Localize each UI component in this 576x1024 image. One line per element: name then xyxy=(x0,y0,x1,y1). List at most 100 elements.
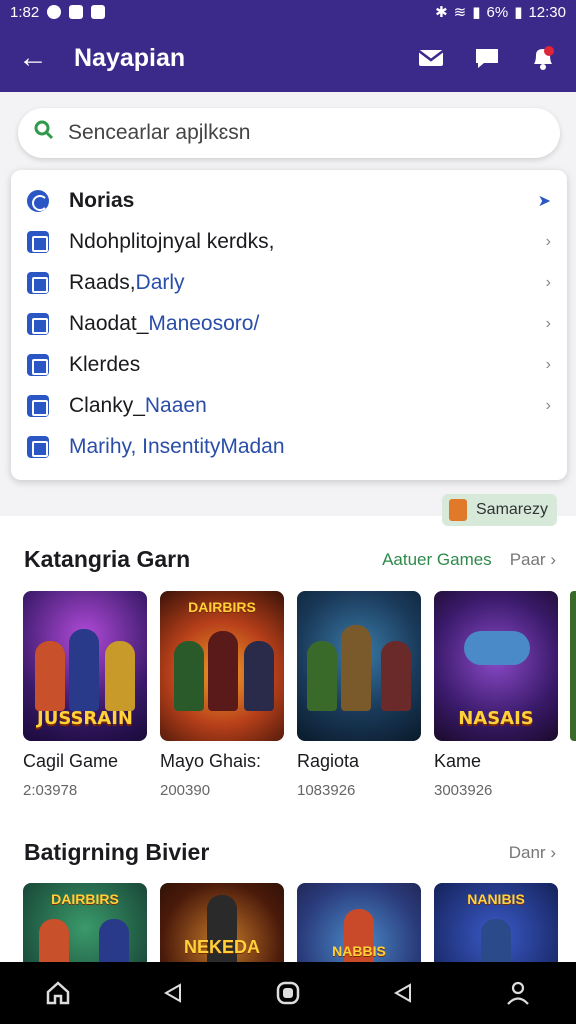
notification-icon xyxy=(47,5,62,19)
character-figure xyxy=(105,641,135,711)
status-bar: 1:82 ✱ ≋ ▮ 6% ▮ 12:30 xyxy=(0,0,576,24)
bluetooth-icon: ✱ xyxy=(435,4,448,21)
status-badge[interactable]: Samarezy xyxy=(442,494,557,526)
game-name: Cagil Game xyxy=(23,751,119,771)
back-icon[interactable] xyxy=(155,975,191,1011)
chevron-right-icon: › xyxy=(545,273,551,291)
game-card[interactable]: NANIBIS xyxy=(434,883,558,962)
see-more-label: Paar xyxy=(509,549,546,569)
card-icon xyxy=(27,394,49,417)
chevron-right-icon: ➤ xyxy=(537,192,551,210)
battery-percent: 6% xyxy=(486,3,509,21)
app-bar: ← Nayapian xyxy=(0,24,576,92)
game-row: JUSSRAIN Cagil Game 2:03978 DAIRBIRS May… xyxy=(23,591,558,799)
chart-icon xyxy=(27,230,49,253)
game-banner: JUSSRAIN xyxy=(37,708,133,729)
menu-item-accent: Darly xyxy=(135,270,185,294)
character-figure xyxy=(307,641,337,711)
back-icon[interactable] xyxy=(385,975,421,1011)
menu-item-accent: Maneosoro/ xyxy=(148,311,260,335)
chevron-right-icon: › xyxy=(545,232,551,250)
character-figure xyxy=(208,631,238,711)
game-thumbnail: JUSSRAIN xyxy=(23,591,147,741)
character-figure xyxy=(99,919,129,962)
page-title: Nayapian xyxy=(74,43,186,72)
game-thumbnail: DAIRBIRS xyxy=(23,883,147,962)
status-time-left: 1:82 xyxy=(10,3,40,21)
profile-icon[interactable] xyxy=(500,975,536,1011)
navigation-bar xyxy=(0,962,576,1024)
game-thumbnail: NANIBIS xyxy=(434,883,558,962)
menu-item-label: Klerdes xyxy=(69,352,141,376)
search-bar[interactable]: Sencearlar apjlkɛsn xyxy=(18,108,560,158)
menu-item-accent: Naaen xyxy=(144,393,207,417)
menu-item[interactable]: Ndohplitojnyal kerdks, › xyxy=(27,221,551,262)
menu-item-label: Ndohplitojnyal kerdks, xyxy=(69,229,275,253)
user-icon xyxy=(27,271,49,294)
game-card[interactable]: DAIRBIRS xyxy=(23,883,147,962)
chevron-right-icon: › xyxy=(545,314,551,332)
section-header: Batigrning Bivier Danr › xyxy=(24,839,556,866)
search-icon xyxy=(34,120,54,146)
game-card[interactable]: DAIRBIRS Mayo Ghais: 200390 xyxy=(160,591,284,799)
game-card[interactable]: NEKEDA xyxy=(160,883,284,962)
chevron-right-icon: › xyxy=(545,355,551,373)
character-figure xyxy=(174,641,204,711)
character-figure xyxy=(35,641,65,711)
game-count: 2:03978 xyxy=(23,782,78,799)
game-thumbnail: NEKEDA xyxy=(160,883,284,962)
game-banner: DAIRBIRS xyxy=(51,891,119,907)
character-figure xyxy=(69,629,99,711)
menu-item[interactable]: Klerdes › xyxy=(27,344,551,385)
section-title: Batigrning Bivier xyxy=(24,839,210,865)
settings-icon xyxy=(27,435,49,458)
game-count: 200390 xyxy=(160,782,211,799)
game-banner: NEKEDA xyxy=(183,937,260,957)
game-card[interactable]: NASAIS Kame 3003926 xyxy=(434,591,558,799)
character-figure xyxy=(341,625,371,711)
notification-bell-icon[interactable] xyxy=(528,43,558,73)
see-more-label: Danr xyxy=(508,842,546,862)
section-title: Katangria Garn xyxy=(24,546,191,572)
menu-item-accent: Marihy, InsentityMadan xyxy=(69,434,285,458)
creature-figure xyxy=(464,631,530,665)
wifi-icon: ≋ xyxy=(453,4,467,21)
home-icon[interactable] xyxy=(40,975,76,1011)
character-figure xyxy=(481,919,511,962)
game-banner: NABBIS xyxy=(332,943,386,959)
section-link[interactable]: Aatuer Games xyxy=(382,550,492,570)
game-card[interactable]: NABBIS xyxy=(297,883,421,962)
game-name: Kame xyxy=(434,751,482,771)
badge-label: Samarezy xyxy=(476,501,549,518)
menu-item-label: Naodat_ xyxy=(69,311,149,335)
game-thumbnail: NASAIS xyxy=(434,591,558,741)
menu-item-label: Clanky_ xyxy=(69,393,145,417)
status-time-right: 12:30 xyxy=(528,3,566,21)
game-thumbnail xyxy=(297,591,421,741)
game-thumbnail-partial xyxy=(570,591,576,741)
chat-icon[interactable] xyxy=(472,43,502,73)
mail-icon[interactable] xyxy=(416,43,446,73)
menu-header-label: Norias xyxy=(69,188,135,212)
see-more-link[interactable]: Paar › xyxy=(510,550,556,570)
menu-header[interactable]: Norias ➤ xyxy=(27,180,551,221)
mail-icon xyxy=(69,5,84,19)
home-button-icon[interactable] xyxy=(270,975,306,1011)
game-banner: DAIRBIRS xyxy=(188,599,256,615)
game-thumbnail: NABBIS xyxy=(297,883,421,962)
see-more-link[interactable]: Danr › xyxy=(509,843,556,863)
game-card[interactable]: Ragiota 1083926 xyxy=(297,591,421,799)
back-arrow-icon[interactable]: ← xyxy=(18,41,58,75)
download-icon xyxy=(91,5,106,19)
menu-item[interactable]: Clanky_ Naaen › xyxy=(27,385,551,426)
list-icon xyxy=(27,353,49,376)
app-icon xyxy=(449,499,467,521)
compass-icon xyxy=(27,189,49,212)
menu-item-label: Raads, xyxy=(69,270,136,294)
game-card[interactable]: JUSSRAIN Cagil Game 2:03978 xyxy=(23,591,147,799)
edit-icon xyxy=(27,312,49,335)
search-input[interactable]: Sencearlar apjlkɛsn xyxy=(68,121,250,145)
menu-item[interactable]: Marihy, InsentityMadan xyxy=(27,426,551,467)
menu-item[interactable]: Naodat_ Maneosoro/ › xyxy=(27,303,551,344)
menu-item[interactable]: Raads, Darly › xyxy=(27,262,551,303)
